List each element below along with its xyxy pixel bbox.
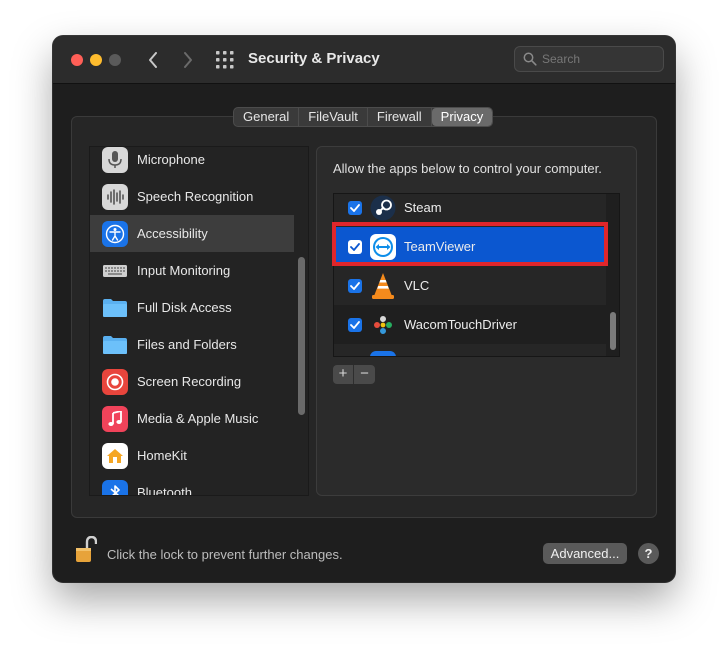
vlc-cone-icon	[370, 272, 396, 299]
wacom-icon	[370, 312, 396, 338]
app-row-partial[interactable]	[334, 344, 606, 358]
app-label: WacomTouchDriver	[404, 317, 517, 332]
tab-firewall[interactable]: Firewall	[368, 108, 432, 126]
close-window-button[interactable]	[71, 54, 83, 66]
music-note-icon	[102, 405, 128, 432]
sidebar-scrollbar-thumb[interactable]	[298, 257, 305, 415]
steam-checkbox[interactable]	[348, 200, 362, 215]
waveform-icon	[102, 183, 128, 210]
checkmark-icon	[350, 242, 360, 251]
accessibility-icon	[102, 220, 128, 247]
app-label: TeamViewer	[404, 239, 476, 254]
search-field[interactable]	[514, 46, 664, 72]
tab-privacy[interactable]: Privacy	[431, 108, 493, 126]
tab-general[interactable]: General	[234, 108, 300, 126]
checkmark-icon	[350, 203, 360, 212]
sidebar-item-microphone[interactable]: Microphone	[90, 147, 294, 178]
sidebar-item-accessibility[interactable]: Accessibility	[90, 215, 294, 252]
sidebar-item-label: Bluetooth	[137, 485, 192, 496]
sidebar-item-label: Files and Folders	[137, 337, 237, 352]
sidebar-item-label: Media & Apple Music	[137, 411, 259, 426]
title-bar: Security & Privacy	[53, 36, 675, 84]
advanced-button[interactable]: Advanced...	[543, 543, 627, 564]
sidebar-item-screen-recording[interactable]: Screen Recording	[90, 363, 294, 400]
vlc-checkbox[interactable]	[348, 278, 362, 293]
sidebar-item-homekit[interactable]: HomeKit	[90, 437, 294, 474]
wacomtouchdriver-checkbox[interactable]	[348, 317, 362, 332]
pane-tabs: General FileVault Firewall Privacy	[233, 107, 494, 127]
bluetooth-icon	[102, 479, 128, 495]
tab-filevault[interactable]: FileVault	[299, 108, 368, 126]
sidebar-item-speech-recognition[interactable]: Speech Recognition	[90, 178, 294, 215]
add-remove-control: + −	[333, 365, 375, 384]
sidebar-item-label: Full Disk Access	[137, 300, 232, 315]
keyboard-icon	[102, 258, 128, 284]
privacy-category-list[interactable]: Microphone Speech Recognition Accessibil…	[89, 146, 309, 496]
app-label: VLC	[404, 278, 430, 293]
apps-scrollbar-thumb[interactable]	[610, 312, 616, 350]
search-icon	[523, 52, 537, 66]
teamviewer-icon	[370, 233, 396, 260]
sidebar-item-files-and-folders[interactable]: Files and Folders	[90, 326, 294, 363]
sidebar-item-full-disk-access[interactable]: Full Disk Access	[90, 289, 294, 326]
security-privacy-window: Security & Privacy General FileVault Fir…	[53, 36, 675, 582]
home-icon	[102, 442, 128, 469]
sidebar-item-bluetooth[interactable]: Bluetooth	[90, 474, 294, 496]
steam-icon	[370, 195, 396, 221]
sidebar-item-label: HomeKit	[137, 448, 187, 463]
sidebar-item-label: Input Monitoring	[137, 263, 231, 278]
checkmark-icon	[350, 320, 360, 329]
window-title: Security & Privacy	[248, 50, 380, 67]
sidebar-item-label: Screen Recording	[137, 374, 242, 389]
zoom-window-button[interactable]	[109, 54, 121, 66]
app-icon	[370, 350, 396, 356]
sidebar-item-input-monitoring[interactable]: Input Monitoring	[90, 252, 294, 289]
partial-row-checkbox[interactable]	[348, 357, 362, 358]
add-app-button[interactable]: +	[333, 365, 354, 384]
chevron-right-icon	[184, 52, 192, 68]
lock-status-text: Click the lock to prevent further change…	[107, 547, 343, 562]
sidebar-item-label: Microphone	[137, 152, 205, 167]
teamviewer-checkbox[interactable]	[348, 239, 362, 254]
privacy-detail-pane: Allow the apps below to control your com…	[316, 146, 637, 496]
app-row-vlc[interactable]: VLC	[334, 266, 606, 305]
back-button[interactable]	[142, 48, 164, 72]
show-all-grid-icon[interactable]	[216, 51, 234, 69]
app-label: Steam	[404, 200, 442, 215]
pane-heading: Allow the apps below to control your com…	[333, 161, 602, 176]
forward-button[interactable]	[177, 48, 199, 72]
remove-app-button[interactable]: −	[354, 365, 375, 384]
app-row-steam[interactable]: Steam	[334, 194, 606, 227]
sidebar-item-label: Accessibility	[137, 226, 208, 241]
chevron-left-icon	[149, 52, 157, 68]
record-icon	[102, 368, 128, 395]
microphone-icon	[102, 147, 128, 173]
sidebar-item-media-apple-music[interactable]: Media & Apple Music	[90, 400, 294, 437]
help-button[interactable]: ?	[638, 543, 659, 564]
checkmark-icon	[350, 281, 360, 290]
folder-icon	[102, 295, 128, 321]
unlocked-padlock-icon[interactable]	[75, 535, 98, 564]
sidebar-item-label: Speech Recognition	[137, 189, 254, 204]
search-input[interactable]	[542, 50, 660, 68]
allowed-apps-list[interactable]: Steam TeamViewer VLC WacomTouchDriver	[333, 193, 620, 357]
app-row-wacomtouchdriver[interactable]: WacomTouchDriver	[334, 305, 606, 344]
app-row-teamviewer[interactable]: TeamViewer	[334, 227, 606, 266]
folder-icon	[102, 332, 128, 358]
minimize-window-button[interactable]	[90, 54, 102, 66]
